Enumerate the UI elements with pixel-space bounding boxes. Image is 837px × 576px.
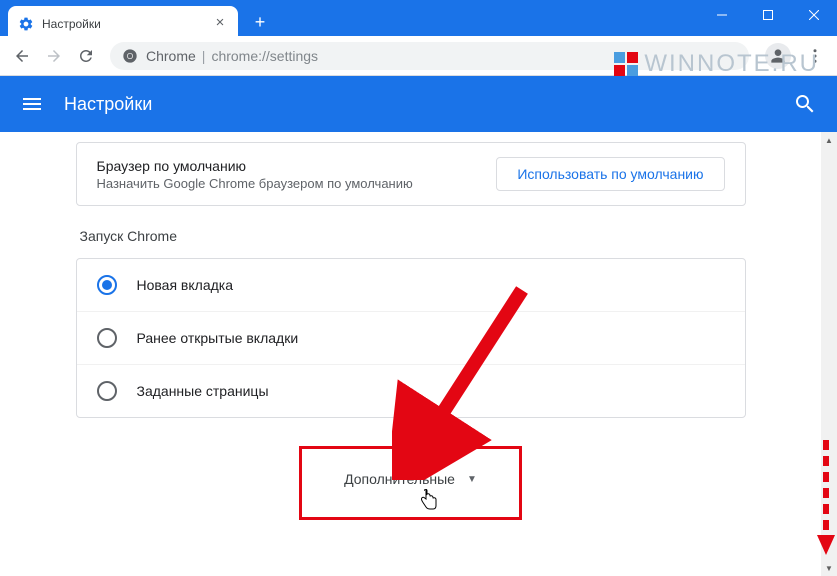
settings-header: Настройки — [0, 76, 837, 132]
scroll-down-icon[interactable]: ▼ — [821, 560, 837, 576]
cursor-icon — [420, 489, 438, 516]
close-window-button[interactable] — [791, 0, 837, 30]
back-button[interactable] — [8, 42, 36, 70]
radio-label: Ранее открытые вкладки — [137, 330, 299, 346]
default-browser-subtitle: Назначить Google Chrome браузером по умо… — [97, 176, 497, 191]
window-titlebar: Настройки × + — [0, 0, 837, 36]
startup-option-new-tab[interactable]: Новая вкладка — [77, 259, 745, 311]
default-browser-title: Браузер по умолчанию — [97, 158, 497, 174]
vertical-scrollbar[interactable]: ▲ ▼ — [821, 132, 837, 576]
radio-icon[interactable] — [97, 328, 117, 348]
browser-toolbar: Chrome | chrome://settings — [0, 36, 837, 76]
chevron-down-icon: ▼ — [467, 474, 477, 485]
close-tab-icon[interactable]: × — [212, 16, 228, 32]
address-bar[interactable]: Chrome | chrome://settings — [110, 42, 749, 70]
advanced-toggle[interactable]: Дополнительные ▼ — [299, 446, 522, 520]
radio-label: Новая вкладка — [137, 277, 234, 293]
radio-label: Заданные страницы — [137, 383, 269, 399]
settings-icon — [18, 16, 34, 32]
chrome-icon — [122, 48, 138, 64]
minimize-button[interactable] — [699, 0, 745, 30]
startup-section-label: Запуск Chrome — [80, 228, 746, 244]
tab-title: Настройки — [42, 17, 212, 31]
maximize-button[interactable] — [745, 0, 791, 30]
startup-option-specific[interactable]: Заданные страницы — [77, 364, 745, 417]
reload-button[interactable] — [72, 42, 100, 70]
scroll-up-icon[interactable]: ▲ — [821, 132, 837, 148]
forward-button[interactable] — [40, 42, 68, 70]
settings-content: Браузер по умолчанию Назначить Google Ch… — [0, 132, 821, 576]
radio-icon[interactable] — [97, 381, 117, 401]
scroll-track[interactable] — [821, 148, 837, 560]
profile-avatar[interactable] — [765, 43, 791, 69]
hamburger-menu-icon[interactable] — [20, 92, 44, 116]
browser-tab[interactable]: Настройки × — [8, 6, 238, 42]
startup-option-continue[interactable]: Ранее открытые вкладки — [77, 311, 745, 364]
make-default-button[interactable]: Использовать по умолчанию — [496, 157, 724, 191]
kebab-menu-icon[interactable] — [801, 42, 829, 70]
search-icon[interactable] — [793, 92, 817, 116]
default-browser-card: Браузер по умолчанию Назначить Google Ch… — [76, 142, 746, 206]
new-tab-button[interactable]: + — [246, 8, 274, 36]
page-title: Настройки — [64, 94, 793, 115]
url-text: Chrome | chrome://settings — [146, 48, 318, 64]
radio-icon[interactable] — [97, 275, 117, 295]
startup-card: Новая вкладка Ранее открытые вкладки Зад… — [76, 258, 746, 418]
advanced-label: Дополнительные — [344, 471, 455, 487]
window-controls — [699, 0, 837, 36]
